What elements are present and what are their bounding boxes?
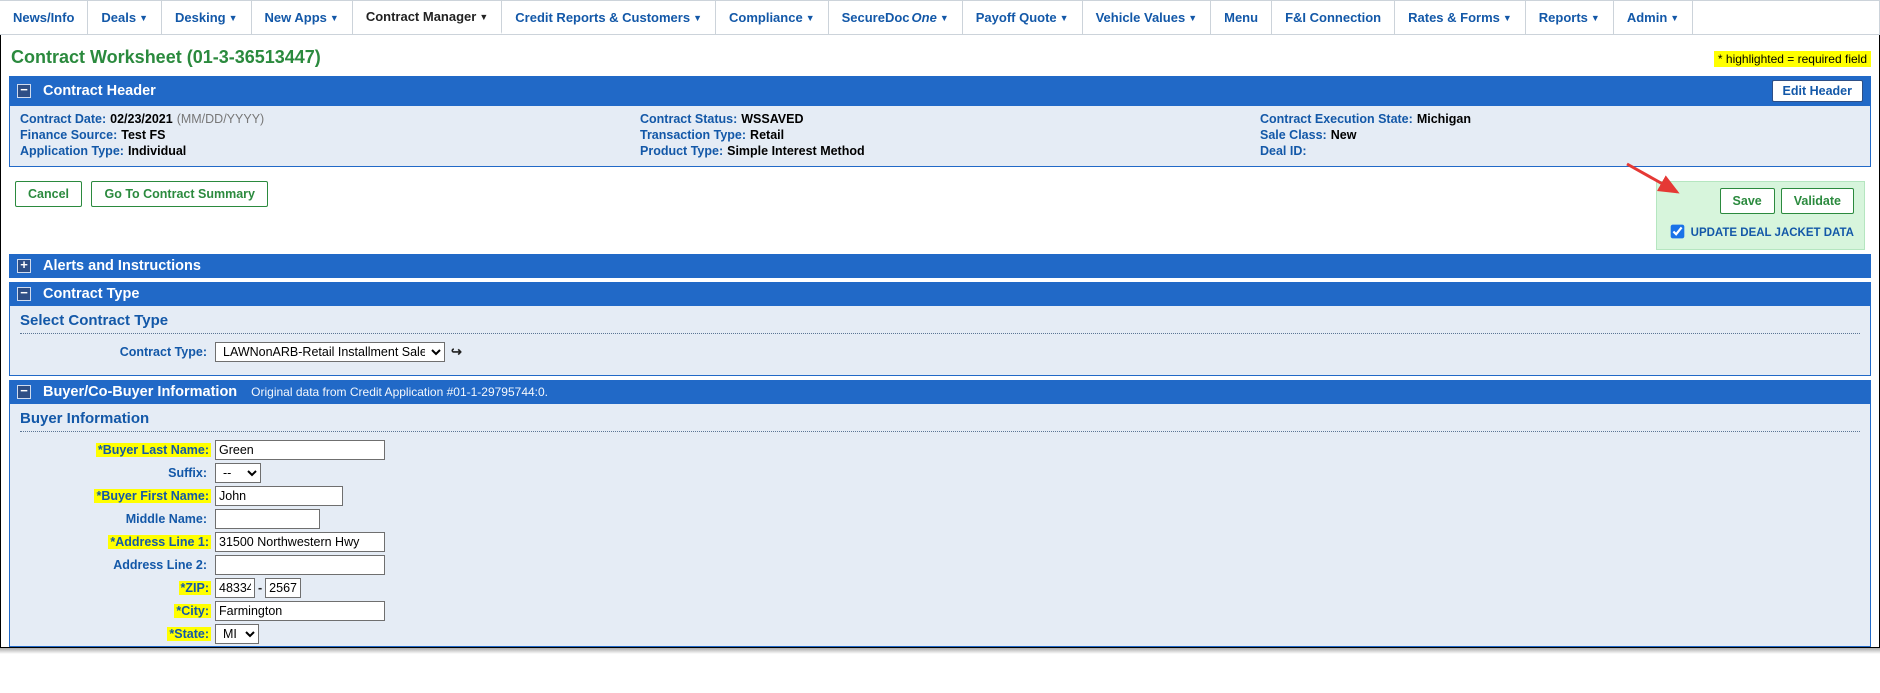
finance-source-value: Test FS: [121, 128, 165, 142]
application-type-label: Application Type:: [20, 144, 124, 158]
update-jacket-label: UPDATE DEAL JACKET DATA: [1691, 227, 1854, 239]
divider: [20, 431, 1860, 432]
nav-tab-credit-reports-customers[interactable]: Credit Reports & Customers▼: [502, 1, 716, 34]
collapse-icon[interactable]: −: [17, 287, 31, 301]
buyer-state-select[interactable]: MI: [215, 624, 259, 644]
nav-tab-deals[interactable]: Deals▼: [88, 1, 162, 34]
chevron-down-icon: ▼: [139, 13, 148, 23]
nav-tab-securedocone[interactable]: SecureDocOne▼: [829, 1, 963, 34]
zip-dash: -: [255, 581, 265, 595]
product-type-value: Simple Interest Method: [727, 144, 865, 158]
chevron-down-icon: ▼: [1591, 13, 1600, 23]
nav-tab-contract-manager[interactable]: Contract Manager▼: [353, 1, 502, 34]
buyer-suffix-label: Suffix:: [168, 466, 211, 480]
buyer-information-heading: Buyer Information: [20, 410, 1860, 427]
nav-tab-rates-forms[interactable]: Rates & Forms▼: [1395, 1, 1526, 34]
save-button[interactable]: Save: [1720, 188, 1775, 214]
deal-id-label: Deal ID:: [1260, 144, 1307, 158]
section-buyer-info: − Buyer/Co-Buyer Information Original da…: [9, 380, 1871, 647]
contract-status-label: Contract Status:: [640, 112, 737, 126]
buyer-zip-input[interactable]: [215, 578, 255, 598]
nav-tab-reports[interactable]: Reports▼: [1526, 1, 1614, 34]
buyer-last-name-input[interactable]: [215, 440, 385, 460]
section-contract-type: − Contract Type Select Contract Type Con…: [9, 282, 1871, 376]
buyer-addr1-input[interactable]: [215, 532, 385, 552]
chevron-down-icon: ▼: [693, 13, 702, 23]
chevron-down-icon: ▼: [1060, 13, 1069, 23]
nav-tab-f-i-connection[interactable]: F&I Connection: [1272, 1, 1395, 34]
goto-summary-button[interactable]: Go To Contract Summary: [91, 181, 267, 207]
section-title: Contract Header: [43, 83, 156, 99]
exec-state-label: Contract Execution State:: [1260, 112, 1413, 126]
buyer-last-name-label: *Buyer Last Name:: [96, 443, 211, 457]
nav-tab-desking[interactable]: Desking▼: [162, 1, 252, 34]
buyer-suffix-select[interactable]: --: [215, 463, 261, 483]
chevron-down-icon: ▼: [1188, 13, 1197, 23]
nav-tab-news-info[interactable]: News/Info: [0, 1, 88, 34]
product-type-label: Product Type:: [640, 144, 723, 158]
section-title: Alerts and Instructions: [43, 258, 201, 274]
buyer-first-name-input[interactable]: [215, 486, 343, 506]
buyer-zip4-input[interactable]: [265, 578, 301, 598]
save-validate-box: Save Validate UPDATE DEAL JACKET DATA: [1656, 181, 1865, 250]
nav-tab-compliance[interactable]: Compliance▼: [716, 1, 829, 34]
chevron-down-icon: ▼: [479, 12, 488, 22]
section-title: Buyer/Co-Buyer Information: [43, 384, 237, 400]
buyer-addr2-label: Address Line 2:: [113, 558, 211, 572]
sale-class-label: Sale Class:: [1260, 128, 1327, 142]
buyer-middle-name-input[interactable]: [215, 509, 320, 529]
collapse-icon[interactable]: −: [17, 84, 31, 98]
sale-class-value: New: [1331, 128, 1357, 142]
nav-tab-admin[interactable]: Admin▼: [1614, 1, 1693, 34]
edit-header-button[interactable]: Edit Header: [1772, 80, 1863, 102]
buyer-middle-name-label: Middle Name:: [126, 512, 211, 526]
buyer-addr2-input[interactable]: [215, 555, 385, 575]
application-type-value: Individual: [128, 144, 186, 158]
expand-icon[interactable]: +: [17, 259, 31, 273]
section-title: Contract Type: [43, 286, 139, 302]
divider: [20, 333, 1860, 334]
chevron-down-icon: ▼: [806, 13, 815, 23]
buyer-city-input[interactable]: [215, 601, 385, 621]
contract-type-select[interactable]: LAWNonARB-Retail Installment Sale Contra…: [215, 342, 445, 362]
buyer-zip-label: *ZIP:: [179, 581, 211, 595]
nav-tab-vehicle-values[interactable]: Vehicle Values▼: [1083, 1, 1212, 34]
chevron-down-icon: ▼: [1503, 13, 1512, 23]
chevron-down-icon: ▼: [1670, 13, 1679, 23]
contract-date-hint: (MM/DD/YYYY): [177, 112, 265, 126]
collapse-icon[interactable]: −: [17, 385, 31, 399]
section-alerts: + Alerts and Instructions: [9, 254, 1871, 278]
exec-state-value: Michigan: [1417, 112, 1471, 126]
nav-tab-menu[interactable]: Menu: [1211, 1, 1272, 34]
nav-tab-new-apps[interactable]: New Apps▼: [252, 1, 353, 34]
section-contract-header: − Contract Header Edit Header Contract D…: [9, 76, 1871, 167]
finance-source-label: Finance Source:: [20, 128, 117, 142]
chevron-down-icon: ▼: [330, 13, 339, 23]
required-field-note: * highlighted = required field: [1714, 51, 1871, 67]
buyer-first-name-label: *Buyer First Name:: [94, 489, 211, 503]
buyer-state-label: *State:: [167, 627, 211, 641]
contract-type-action-icon[interactable]: ↪: [451, 344, 462, 360]
buyer-addr1-label: *Address Line 1:: [108, 535, 211, 549]
buyer-origin-note: Original data from Credit Application #0…: [251, 385, 548, 399]
transaction-type-label: Transaction Type:: [640, 128, 746, 142]
chevron-down-icon: ▼: [229, 13, 238, 23]
update-jacket-checkbox[interactable]: [1671, 225, 1685, 239]
page-body: Contract Worksheet (01-3-36513447) * hig…: [0, 35, 1880, 648]
select-contract-type-heading: Select Contract Type: [20, 312, 1860, 329]
contract-date-value: 02/23/2021: [110, 112, 173, 126]
chevron-down-icon: ▼: [940, 13, 949, 23]
buyer-city-label: *City:: [174, 604, 211, 618]
cancel-button[interactable]: Cancel: [15, 181, 82, 207]
update-jacket-option[interactable]: UPDATE DEAL JACKET DATA: [1667, 227, 1854, 239]
validate-button[interactable]: Validate: [1781, 188, 1854, 214]
contract-status-value: WSSAVED: [741, 112, 803, 126]
action-row: Cancel Go To Contract Summary Save Valid…: [9, 171, 1871, 254]
contract-type-label: Contract Type:: [120, 345, 211, 359]
transaction-type-value: Retail: [750, 128, 784, 142]
top-nav: News/InfoDeals▼Desking▼New Apps▼Contract…: [0, 0, 1880, 35]
nav-tab-payoff-quote[interactable]: Payoff Quote▼: [963, 1, 1083, 34]
contract-date-label: Contract Date:: [20, 112, 106, 126]
page-title: Contract Worksheet (01-3-36513447): [9, 41, 321, 76]
